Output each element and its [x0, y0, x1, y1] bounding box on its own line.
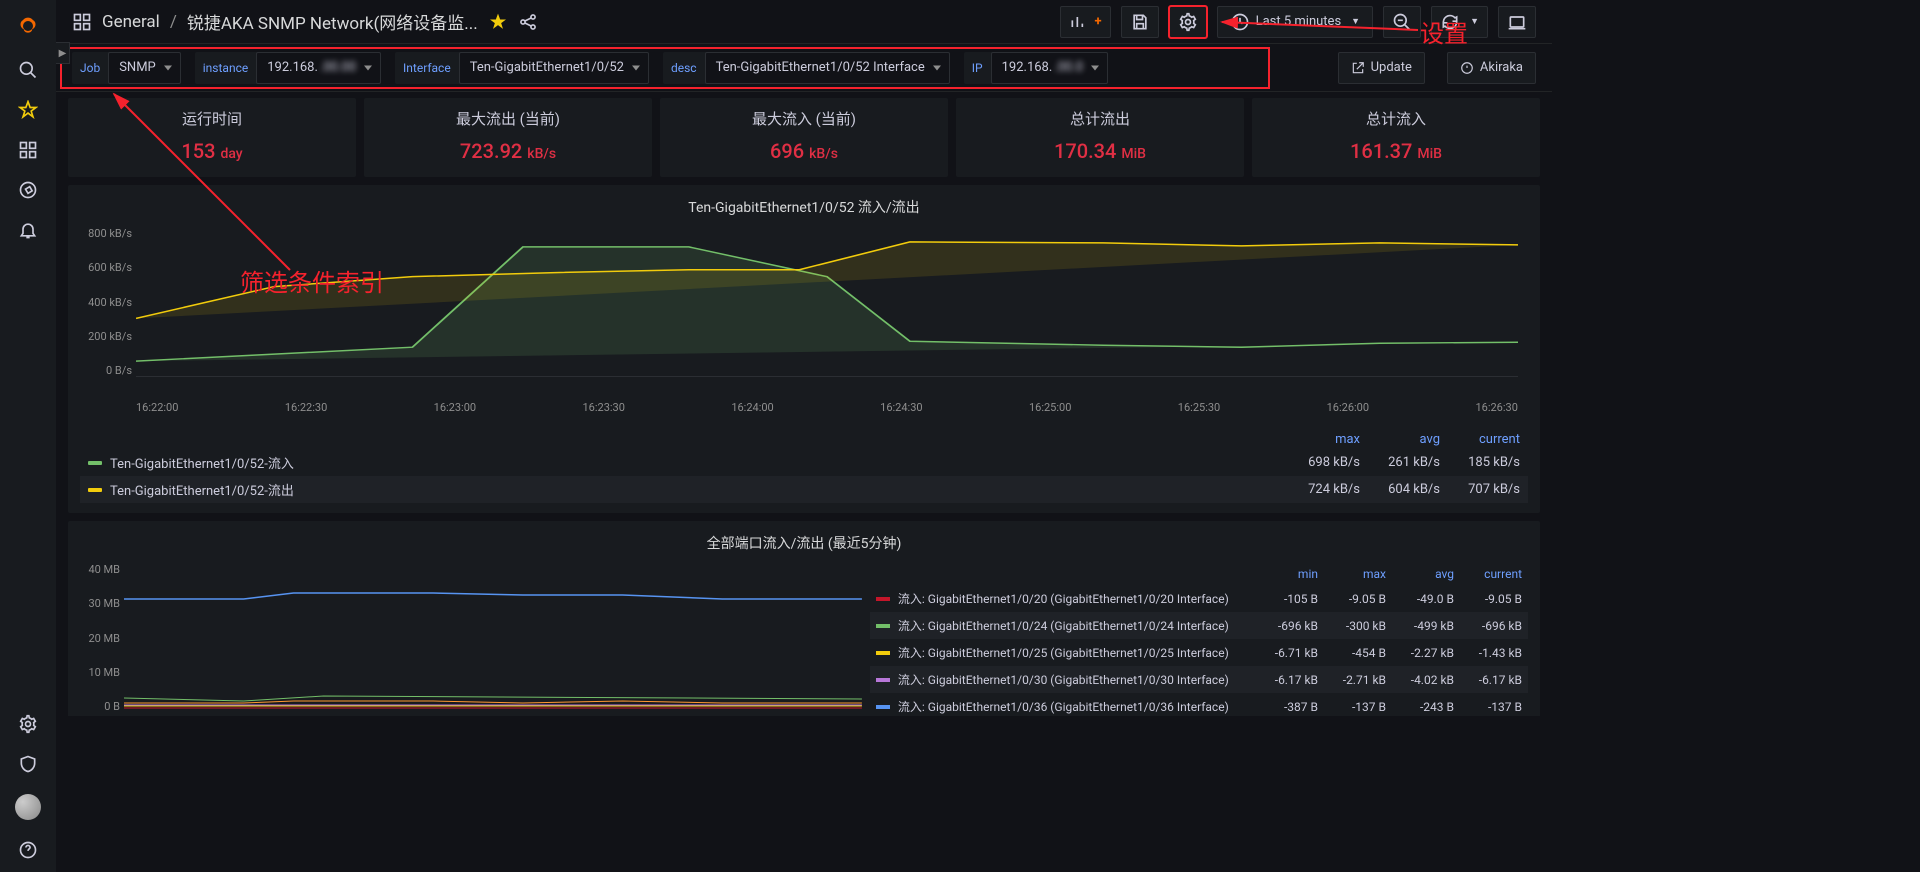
stat-title: 总计流入 — [1252, 108, 1540, 129]
legend-swatch — [876, 651, 890, 655]
legend-swatch — [88, 488, 102, 492]
stat-value: 723.92 kB/s — [364, 139, 652, 163]
legend-row[interactable]: Ten-GigabitEthernet1/0/52-流入698 kB/s261 … — [80, 449, 1528, 476]
star-icon[interactable] — [18, 100, 38, 120]
row-label: 流入: GigabitEthernet1/0/20 (GigabitEthern… — [898, 590, 1262, 607]
row-label: 流入: GigabitEthernet1/0/36 (GigabitEthern… — [898, 698, 1262, 715]
legend-swatch — [876, 678, 890, 682]
top-bar: General / 锐捷AKA SNMP Network(网络设备监... + … — [56, 0, 1552, 44]
breadcrumb-title[interactable]: 锐捷AKA SNMP Network(网络设备监... — [187, 9, 478, 34]
stat-panel[interactable]: 总计流入 161.37 MiB — [1252, 98, 1540, 177]
table-row[interactable]: 流入: GigabitEthernet1/0/25 (GigabitEthern… — [870, 639, 1528, 666]
variables-bar: JobSNMP instance192.168..00.00 Interface… — [56, 44, 1552, 92]
dashboard-grid-icon[interactable] — [72, 12, 92, 32]
stat-value: 696 kB/s — [660, 139, 948, 163]
stat-panel[interactable]: 运行时间 153 day — [68, 98, 356, 177]
var-instance-label: instance — [195, 61, 256, 75]
content: 运行时间 153 day 最大流出 (当前) 723.92 kB/s 最大流入 (当前)… — [56, 92, 1552, 716]
help-icon[interactable] — [18, 840, 38, 860]
breadcrumb-folder[interactable]: General — [102, 12, 160, 32]
y-axis-labels-2: 40 MB30 MB20 MB10 MB0 B — [80, 563, 120, 713]
settings-button[interactable] — [1169, 6, 1207, 38]
row-label: 流入: GigabitEthernet1/0/25 (GigabitEthern… — [898, 644, 1262, 661]
stat-panel[interactable]: 最大流入 (当前) 696 kB/s — [660, 98, 948, 177]
legend-header[interactable]: avg — [1384, 432, 1440, 447]
all-ports-chart[interactable]: 40 MB30 MB20 MB10 MB0 B — [80, 563, 862, 716]
legend-header[interactable]: min — [1262, 567, 1318, 581]
stat-title: 总计流出 — [956, 108, 1244, 129]
akiraka-button[interactable]: Akiraka — [1447, 52, 1536, 84]
grafana-logo-icon[interactable] — [14, 12, 42, 40]
save-button[interactable] — [1121, 6, 1159, 38]
share-icon[interactable] — [518, 12, 538, 32]
sidebar — [0, 0, 56, 872]
legend-header[interactable]: current — [1466, 567, 1522, 581]
var-ip-label: IP — [964, 61, 991, 75]
update-button[interactable]: Update — [1338, 52, 1425, 84]
alerting-icon[interactable] — [18, 220, 38, 240]
row-label: 流入: GigabitEthernet1/0/24 (GigabitEthern… — [898, 617, 1262, 634]
all-ports-panel: 全部端口流入/流出 (最近5分钟) 40 MB30 MB20 MB10 MB0 … — [68, 521, 1540, 716]
legend-header[interactable]: current — [1464, 432, 1520, 447]
legend-label: Ten-GigabitEthernet1/0/52-流入 — [110, 453, 1304, 472]
table-row[interactable]: 流入: GigabitEthernet1/0/24 (GigabitEthern… — [870, 612, 1528, 639]
legend-swatch — [876, 705, 890, 709]
x-axis-labels: 16:22:0016:22:3016:23:0016:23:3016:24:00… — [136, 401, 1518, 414]
var-ip-select[interactable]: 192.168..00.0 — [991, 52, 1108, 84]
configuration-icon[interactable] — [18, 714, 38, 734]
legend-header[interactable]: max — [1330, 567, 1386, 581]
legend-swatch — [876, 597, 890, 601]
stats-row: 运行时间 153 day 最大流出 (当前) 723.92 kB/s 最大流入 (当前)… — [68, 98, 1540, 177]
refresh-button[interactable]: ▼ — [1431, 6, 1488, 38]
stat-panel[interactable]: 最大流出 (当前) 723.92 kB/s — [364, 98, 652, 177]
var-interface-select[interactable]: Ten-GigabitEthernet1/0/52 — [459, 52, 649, 84]
legend-label: Ten-GigabitEthernet1/0/52-流出 — [110, 480, 1304, 499]
table-row[interactable]: 流入: GigabitEthernet1/0/30 (GigabitEthern… — [870, 666, 1528, 693]
var-job-label: Job — [72, 61, 108, 75]
stat-value: 170.34 MiB — [956, 139, 1244, 163]
user-avatar[interactable] — [15, 794, 41, 820]
all-ports-legend: minmaxavg current 流入: GigabitEthernet1/0/… — [870, 563, 1528, 716]
var-desc-label: desc — [663, 61, 705, 75]
expand-sidebar-button[interactable]: ▶ — [56, 42, 70, 64]
table-row[interactable]: 流入: GigabitEthernet1/0/36 (GigabitEthern… — [870, 693, 1528, 716]
add-panel-button[interactable]: + — [1060, 6, 1111, 38]
favorite-star-icon[interactable] — [488, 12, 508, 32]
stat-value: 161.37 MiB — [1252, 139, 1540, 163]
row-label: 流入: GigabitEthernet1/0/30 (GigabitEthern… — [898, 671, 1262, 688]
timerange-picker[interactable]: Last 5 minutes▼ — [1217, 6, 1373, 38]
var-interface-label: Interface — [395, 61, 459, 75]
var-instance-select[interactable]: 192.168..00.00 — [256, 52, 381, 84]
stat-title: 最大流出 (当前) — [364, 108, 652, 129]
stat-value: 153 day — [68, 139, 356, 163]
table-row[interactable]: 流入: GigabitEthernet1/0/20 (GigabitEthern… — [870, 585, 1528, 612]
legend-table: max avg current Ten-GigabitEthernet1/0/52-… — [80, 430, 1528, 503]
stat-title: 运行时间 — [68, 108, 356, 129]
y-axis-labels: 800 kB/s600 kB/s400 kB/s200 kB/s0 B/s — [80, 227, 132, 377]
breadcrumb-separator: / — [170, 12, 177, 32]
search-icon[interactable] — [18, 60, 38, 80]
breadcrumb: General / 锐捷AKA SNMP Network(网络设备监... — [102, 9, 478, 34]
main: General / 锐捷AKA SNMP Network(网络设备监... + … — [56, 0, 1552, 716]
explore-icon[interactable] — [18, 180, 38, 200]
panel2-title: 全部端口流入/流出 (最近5分钟) — [80, 529, 1528, 563]
var-job-select[interactable]: SNMP — [108, 52, 181, 84]
plot — [136, 227, 1518, 377]
legend-header[interactable]: avg — [1398, 567, 1454, 581]
legend-row[interactable]: Ten-GigabitEthernet1/0/52-流出724 kB/s604 … — [80, 476, 1528, 503]
legend-swatch — [88, 461, 102, 465]
cycle-view-button[interactable] — [1498, 6, 1536, 38]
traffic-panel: Ten-GigabitEthernet1/0/52 流入/流出 800 kB/s… — [68, 185, 1540, 513]
panel-title: Ten-GigabitEthernet1/0/52 流入/流出 — [80, 193, 1528, 227]
stat-title: 最大流入 (当前) — [660, 108, 948, 129]
shield-icon[interactable] — [18, 754, 38, 774]
var-desc-select[interactable]: Ten-GigabitEthernet1/0/52 Interface — [705, 52, 950, 84]
dashboards-icon[interactable] — [18, 140, 38, 160]
zoom-out-button[interactable] — [1383, 6, 1421, 38]
legend-header[interactable]: max — [1304, 432, 1360, 447]
legend-swatch — [876, 624, 890, 628]
chart-area[interactable]: 800 kB/s600 kB/s400 kB/s200 kB/s0 B/s — [136, 227, 1518, 397]
stat-panel[interactable]: 总计流出 170.34 MiB — [956, 98, 1244, 177]
